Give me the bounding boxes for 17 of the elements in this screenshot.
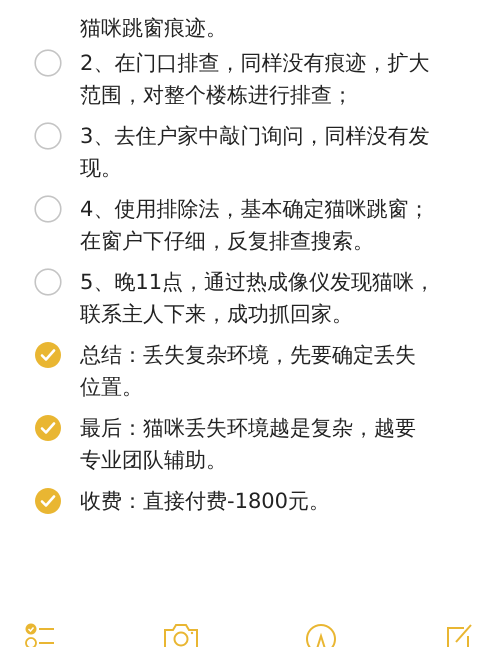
checked-checkbox-icon[interactable] bbox=[34, 487, 62, 515]
unchecked-checkbox-icon[interactable] bbox=[34, 49, 62, 77]
unchecked-checkbox-icon[interactable] bbox=[34, 268, 62, 296]
checklist-item-text: 收费：直接付费-1800元。 bbox=[80, 488, 330, 515]
pen-icon[interactable] bbox=[304, 622, 338, 647]
unchecked-checkbox-icon[interactable] bbox=[34, 122, 62, 150]
checklist-item-text: 5、晚11点，通过热成像仪发现猫咪， 联系主人下来，成功抓回家。 bbox=[80, 269, 436, 328]
note-text: 猫咪跳窗痕迹。 bbox=[80, 15, 228, 42]
checked-checkbox-icon[interactable] bbox=[34, 414, 62, 442]
checklist-item-text: 4、使用排除法，基本确定猫咪跳窗； 在窗户下仔细，反复排查搜索。 bbox=[80, 196, 430, 255]
checklist-item-text: 最后：猫咪丢失环境越是复杂，越要 专业团队辅助。 bbox=[80, 415, 416, 474]
checklist-item-text: 2、在门口排查，同样没有痕迹，扩大 范围，对整个楼栋进行排查； bbox=[80, 50, 430, 109]
checked-checkbox-icon[interactable] bbox=[34, 341, 62, 369]
unchecked-checkbox-icon[interactable] bbox=[34, 195, 62, 223]
camera-icon[interactable] bbox=[162, 622, 200, 647]
checklist-item-text: 总结：丢失复杂环境，先要确定丢失 位置。 bbox=[80, 342, 416, 401]
checklist-item-text: 3、去住户家中敲门询问，同样没有发 现。 bbox=[80, 123, 430, 182]
